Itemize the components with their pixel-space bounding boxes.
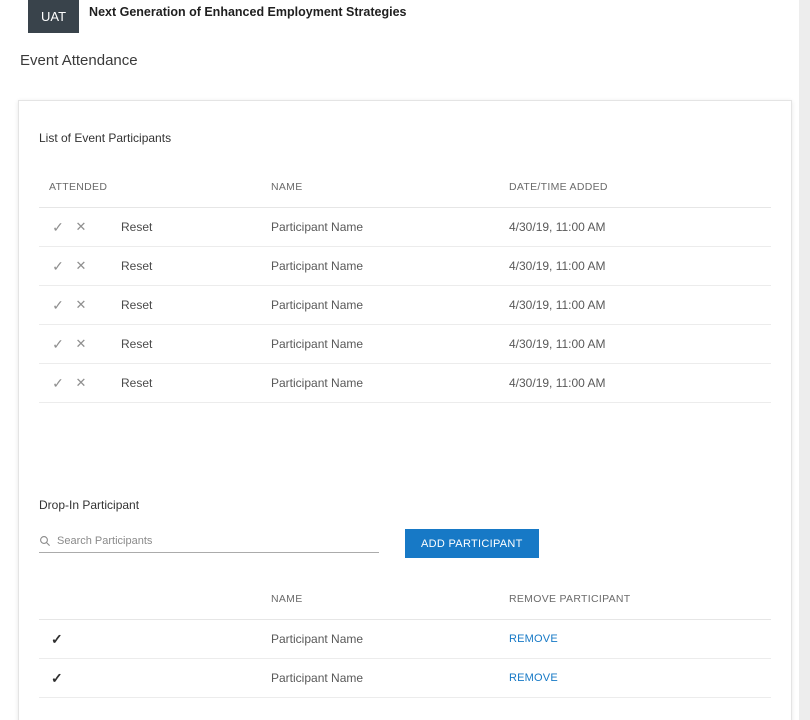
participant-row: ✓ ✕ Reset Participant Name 4/30/19, 11:0… <box>39 325 771 364</box>
attended-check-icon[interactable]: ✓ <box>39 670 271 687</box>
participant-search-box[interactable] <box>39 535 379 553</box>
participant-date-added: 4/30/19, 11:00 AM <box>509 220 771 234</box>
reset-link[interactable]: Reset <box>121 220 152 234</box>
page-title: Event Attendance <box>20 52 810 69</box>
participant-name: Participant Name <box>271 298 509 312</box>
attended-check-icon[interactable]: ✓ <box>49 336 67 353</box>
participant-row: ✓ ✕ Reset Participant Name 4/30/19, 11:0… <box>39 286 771 325</box>
participant-row: ✓ ✕ Reset Participant Name 4/30/19, 11:0… <box>39 208 771 247</box>
attended-check-icon[interactable]: ✓ <box>49 258 67 275</box>
add-participant-button[interactable]: ADD PARTICIPANT <box>405 529 539 558</box>
attended-x-icon[interactable]: ✕ <box>72 375 90 391</box>
participant-name: Participant Name <box>271 376 509 390</box>
column-remove-participant: REMOVE PARTICIPANT <box>509 593 771 605</box>
app-title: Next Generation of Enhanced Employment S… <box>89 5 406 19</box>
remove-link[interactable]: REMOVE <box>509 672 771 684</box>
column-attended: ATTENDED <box>39 181 271 193</box>
participant-row: ✓ ✕ Reset Participant Name 4/30/19, 11:0… <box>39 364 771 403</box>
participant-name: Participant Name <box>271 259 509 273</box>
reset-link[interactable]: Reset <box>121 259 152 273</box>
dropin-participant-row: ✓ Participant Name REMOVE <box>39 620 771 659</box>
attended-check-icon[interactable]: ✓ <box>49 375 67 392</box>
reset-link[interactable]: Reset <box>121 298 152 312</box>
attended-x-icon[interactable]: ✕ <box>72 336 90 352</box>
dropin-participant-name: Participant Name <box>271 671 509 685</box>
reset-link[interactable]: Reset <box>121 376 152 390</box>
participants-table-header: ATTENDED NAME DATE/TIME ADDED <box>39 167 771 208</box>
remove-link[interactable]: REMOVE <box>509 633 771 645</box>
reset-link[interactable]: Reset <box>121 337 152 351</box>
attended-check-icon[interactable]: ✓ <box>39 631 271 648</box>
participant-date-added: 4/30/19, 11:00 AM <box>509 376 771 390</box>
scrollbar[interactable] <box>799 0 810 720</box>
attended-check-icon[interactable]: ✓ <box>49 219 67 236</box>
dropin-participant-row: ✓ Participant Name REMOVE <box>39 659 771 698</box>
attended-x-icon[interactable]: ✕ <box>72 297 90 313</box>
participant-name: Participant Name <box>271 337 509 351</box>
participants-section-title: List of Event Participants <box>39 131 771 145</box>
participant-row: ✓ ✕ Reset Participant Name 4/30/19, 11:0… <box>39 247 771 286</box>
environment-badge: UAT <box>28 0 79 33</box>
attended-x-icon[interactable]: ✕ <box>72 258 90 274</box>
dropin-search-row: ADD PARTICIPANT <box>39 529 771 558</box>
participant-date-added: 4/30/19, 11:00 AM <box>509 298 771 312</box>
event-attendance-card: List of Event Participants ATTENDED NAME… <box>18 100 792 720</box>
dropin-table-header: NAME REMOVE PARTICIPANT <box>39 579 771 620</box>
column-name: NAME <box>271 181 509 193</box>
search-icon <box>39 535 51 547</box>
dropin-participant-name: Participant Name <box>271 632 509 646</box>
dropin-table: NAME REMOVE PARTICIPANT ✓ Participant Na… <box>39 579 771 698</box>
participants-table: ATTENDED NAME DATE/TIME ADDED ✓ ✕ Reset … <box>39 167 771 403</box>
attended-check-icon[interactable]: ✓ <box>49 297 67 314</box>
participant-date-added: 4/30/19, 11:00 AM <box>509 337 771 351</box>
search-participants-input[interactable] <box>57 535 357 547</box>
app-header: UAT Next Generation of Enhanced Employme… <box>0 0 810 33</box>
column-name: NAME <box>271 593 509 605</box>
participant-name: Participant Name <box>271 220 509 234</box>
dropin-section-title: Drop-In Participant <box>39 498 771 512</box>
participant-date-added: 4/30/19, 11:00 AM <box>509 259 771 273</box>
column-date-added: DATE/TIME ADDED <box>509 181 771 193</box>
attended-x-icon[interactable]: ✕ <box>72 219 90 235</box>
